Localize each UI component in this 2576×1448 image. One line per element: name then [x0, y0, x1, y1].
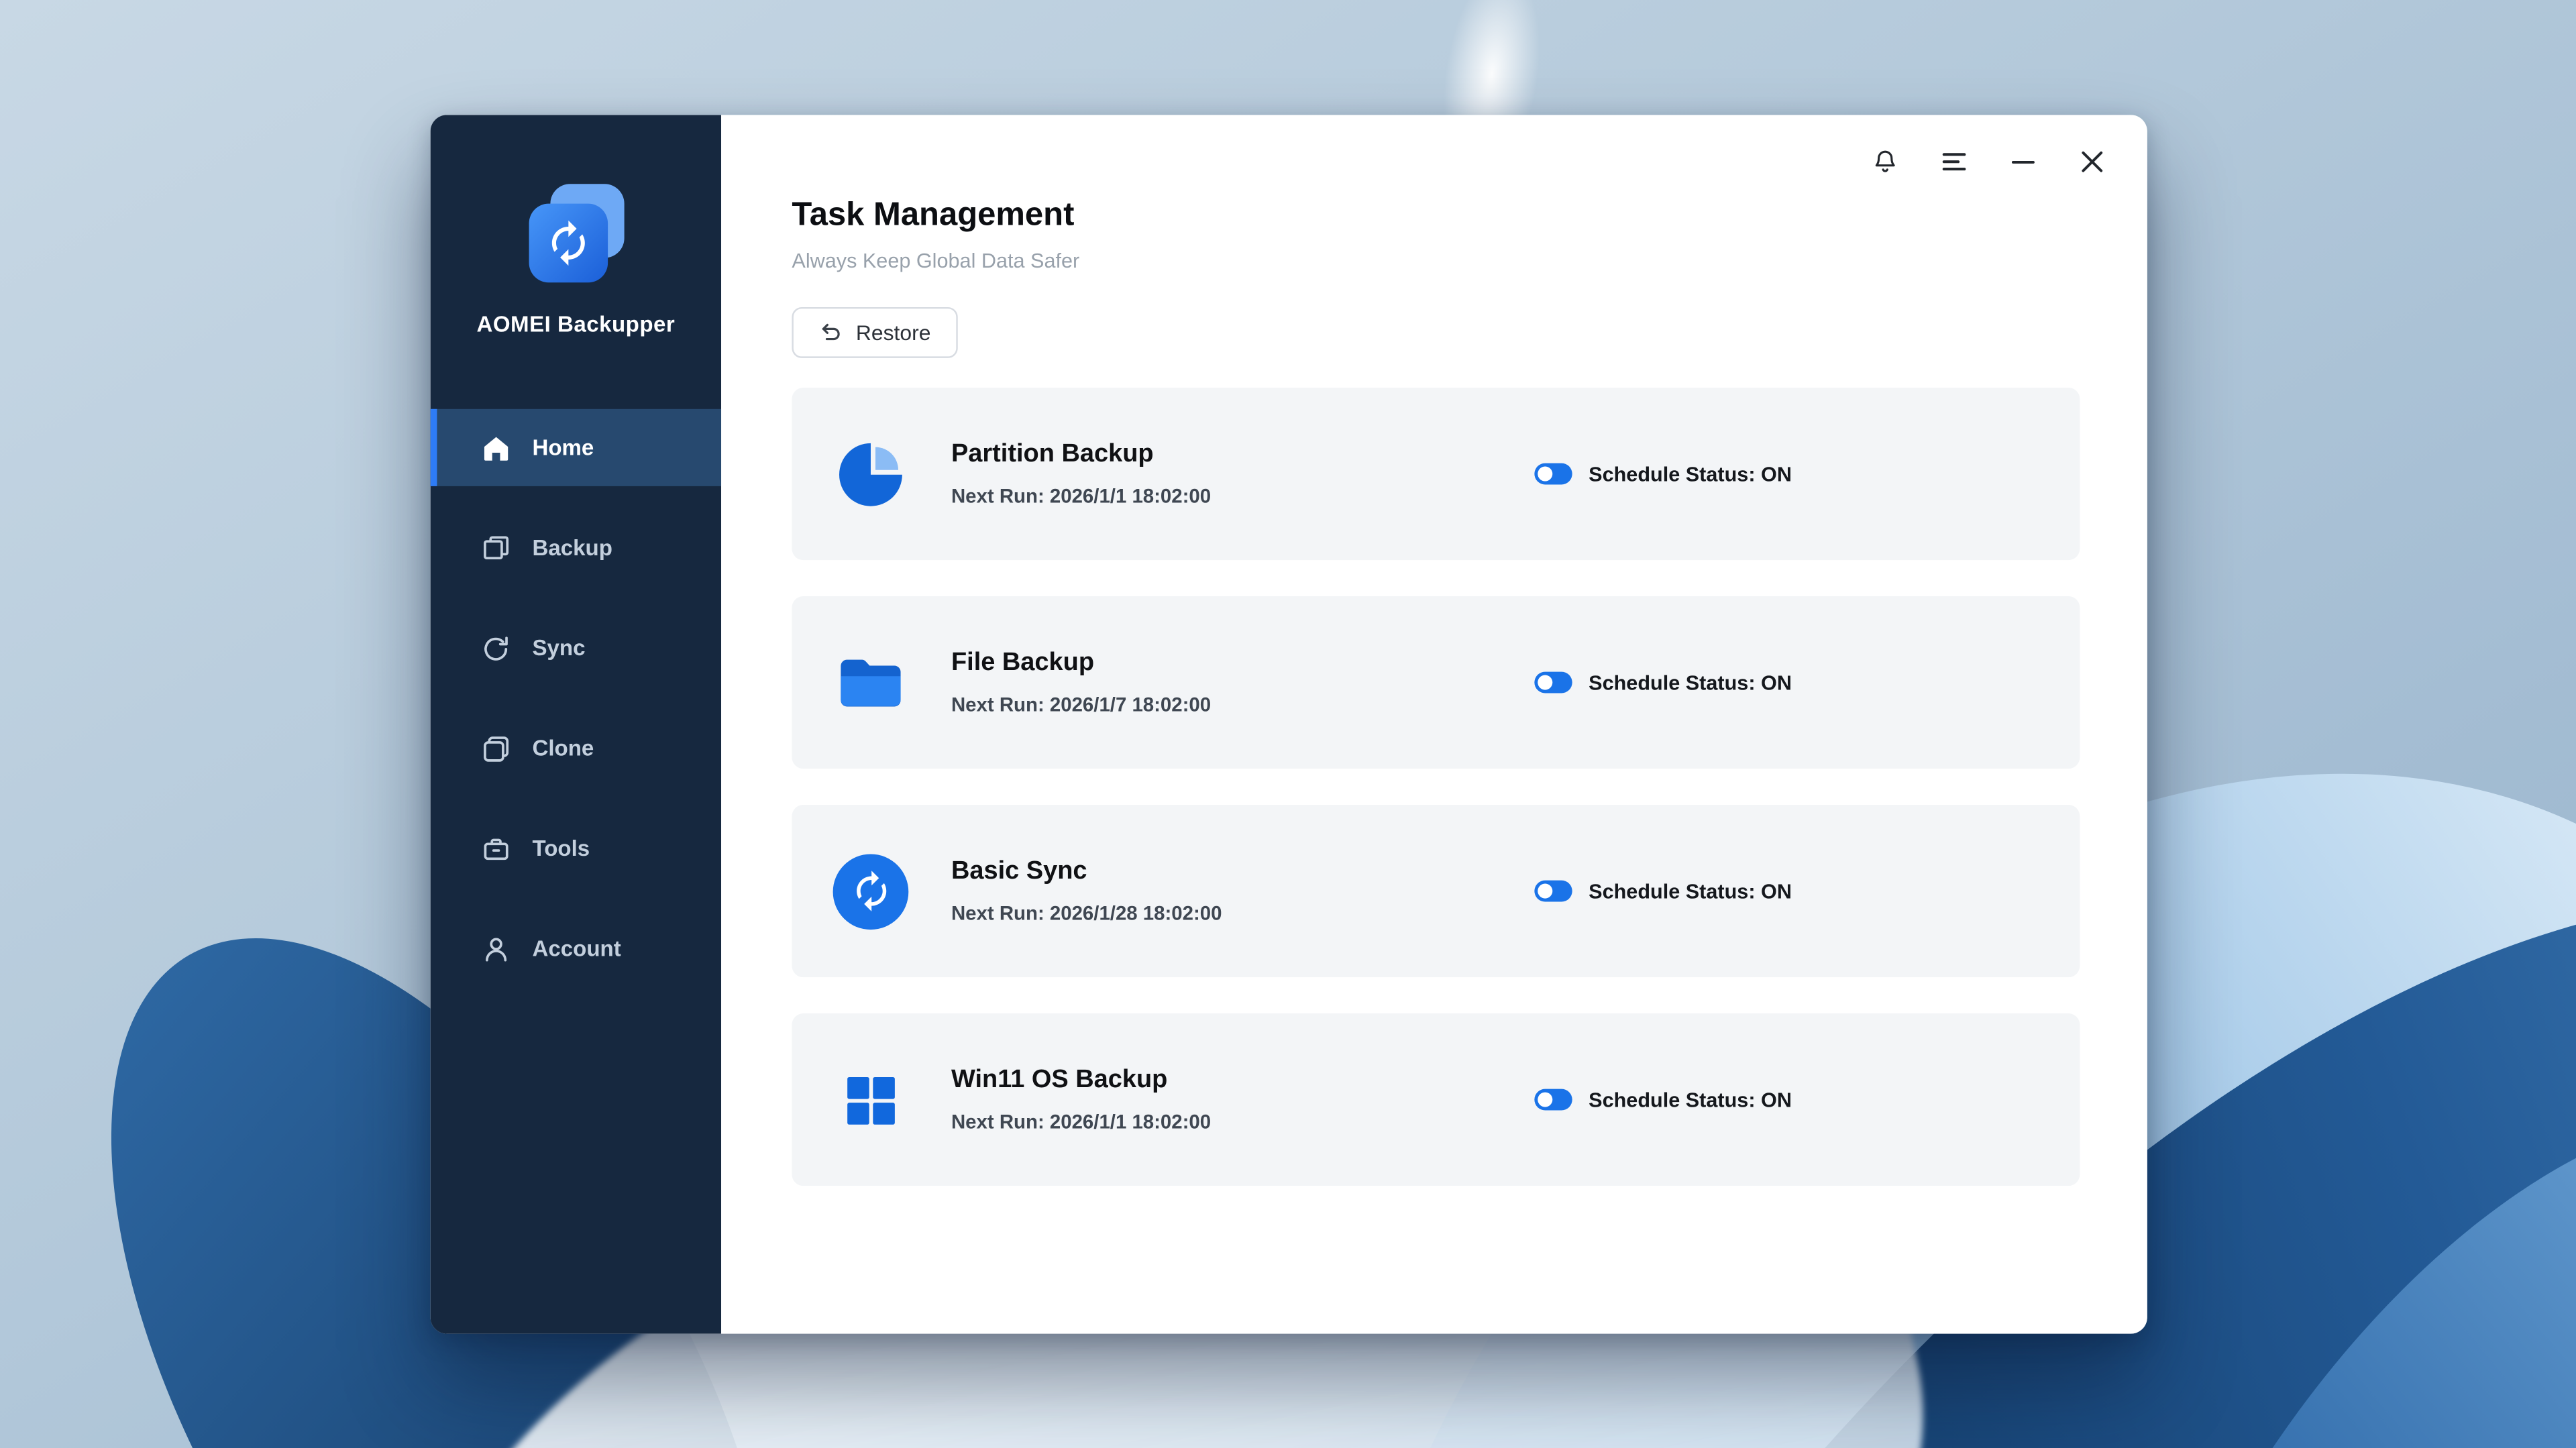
app-logo-front	[528, 204, 607, 283]
sidebar: AOMEI Backupper Home Backup	[431, 115, 721, 1333]
app-logo	[525, 184, 627, 282]
schedule-toggle[interactable]	[1534, 463, 1572, 485]
clone-icon	[482, 733, 511, 763]
task-name: Partition Backup	[951, 440, 1211, 469]
restore-button[interactable]: Restore	[792, 307, 957, 358]
basic-sync-icon	[831, 852, 910, 931]
sync-icon	[482, 633, 511, 663]
aomei-backupper-window: AOMEI Backupper Home Backup	[431, 115, 2147, 1333]
restore-icon	[818, 321, 843, 345]
schedule-toggle[interactable]	[1534, 1089, 1572, 1111]
win11-os-backup-icon	[831, 1060, 910, 1139]
toggle-knob	[1538, 467, 1552, 482]
sidebar-item-label: Account	[532, 936, 621, 961]
task-name: Basic Sync	[951, 857, 1222, 887]
toggle-knob	[1538, 675, 1552, 690]
sidebar-item-backup[interactable]: Backup	[431, 509, 721, 586]
page-title: Task Management	[792, 197, 2080, 235]
task-card-partition-backup[interactable]: Partition Backup Next Run: 2026/1/1 18:0…	[792, 388, 2080, 560]
task-next-run: Next Run: 2026/1/1 18:02:00	[951, 484, 1211, 507]
file-backup-icon	[831, 643, 910, 722]
content-area: Task Management Always Keep Global Data …	[721, 115, 2147, 1186]
backup-icon	[482, 533, 511, 563]
task-card-win11-os-backup[interactable]: Win11 OS Backup Next Run: 2026/1/1 18:02…	[792, 1013, 2080, 1186]
task-text: Basic Sync Next Run: 2026/1/28 18:02:00	[951, 857, 1222, 924]
schedule-toggle[interactable]	[1534, 881, 1572, 902]
schedule-toggle[interactable]	[1534, 672, 1572, 693]
partition-backup-icon	[831, 435, 910, 514]
schedule-group: Schedule Status: ON	[1534, 388, 1792, 560]
page-subtitle: Always Keep Global Data Safer	[792, 249, 2080, 272]
sidebar-item-clone[interactable]: Clone	[431, 710, 721, 787]
task-next-run: Next Run: 2026/1/28 18:02:00	[951, 901, 1222, 924]
schedule-status-label: Schedule Status: ON	[1589, 671, 1792, 693]
home-icon	[482, 433, 511, 462]
sidebar-item-label: Clone	[532, 736, 594, 761]
schedule-group: Schedule Status: ON	[1534, 1013, 1792, 1186]
sidebar-item-label: Backup	[532, 535, 612, 560]
main-panel: Task Management Always Keep Global Data …	[721, 115, 2147, 1333]
close-icon[interactable]	[2078, 148, 2106, 176]
task-text: Partition Backup Next Run: 2026/1/1 18:0…	[951, 440, 1211, 507]
account-icon	[482, 934, 511, 963]
minimize-icon[interactable]	[2009, 148, 2037, 176]
sync-arrows-icon	[543, 219, 592, 268]
sidebar-item-sync[interactable]: Sync	[431, 610, 721, 687]
schedule-status-label: Schedule Status: ON	[1589, 1088, 1792, 1111]
sidebar-item-tools[interactable]: Tools	[431, 810, 721, 887]
bell-icon[interactable]	[1871, 148, 1899, 176]
task-next-run: Next Run: 2026/1/1 18:02:00	[951, 1111, 1211, 1133]
task-name: File Backup	[951, 649, 1211, 678]
schedule-status-label: Schedule Status: ON	[1589, 462, 1792, 485]
task-list: Partition Backup Next Run: 2026/1/1 18:0…	[792, 388, 2080, 1186]
schedule-group: Schedule Status: ON	[1534, 596, 1792, 769]
desktop: AOMEI Backupper Home Backup	[0, 0, 2576, 1448]
sidebar-item-label: Home	[532, 435, 594, 460]
task-text: File Backup Next Run: 2026/1/7 18:02:00	[951, 649, 1211, 716]
menu-icon[interactable]	[1940, 148, 1968, 176]
sidebar-item-label: Sync	[532, 636, 585, 661]
toggle-knob	[1538, 1093, 1552, 1107]
schedule-group: Schedule Status: ON	[1534, 805, 1792, 977]
window-controls	[1871, 148, 2106, 176]
task-card-file-backup[interactable]: File Backup Next Run: 2026/1/7 18:02:00 …	[792, 596, 2080, 769]
sidebar-item-label: Tools	[532, 836, 590, 861]
schedule-status-label: Schedule Status: ON	[1589, 879, 1792, 902]
tools-icon	[482, 834, 511, 863]
app-name: AOMEI Backupper	[431, 312, 721, 337]
task-card-basic-sync[interactable]: Basic Sync Next Run: 2026/1/28 18:02:00 …	[792, 805, 2080, 977]
sidebar-item-account[interactable]: Account	[431, 910, 721, 987]
task-next-run: Next Run: 2026/1/7 18:02:00	[951, 693, 1211, 716]
sidebar-item-home[interactable]: Home	[431, 409, 721, 486]
task-name: Win11 OS Backup	[951, 1066, 1211, 1095]
task-text: Win11 OS Backup Next Run: 2026/1/1 18:02…	[951, 1066, 1211, 1133]
toggle-knob	[1538, 884, 1552, 899]
restore-button-label: Restore	[856, 321, 931, 345]
sidebar-nav: Home Backup Sync	[431, 409, 721, 1010]
